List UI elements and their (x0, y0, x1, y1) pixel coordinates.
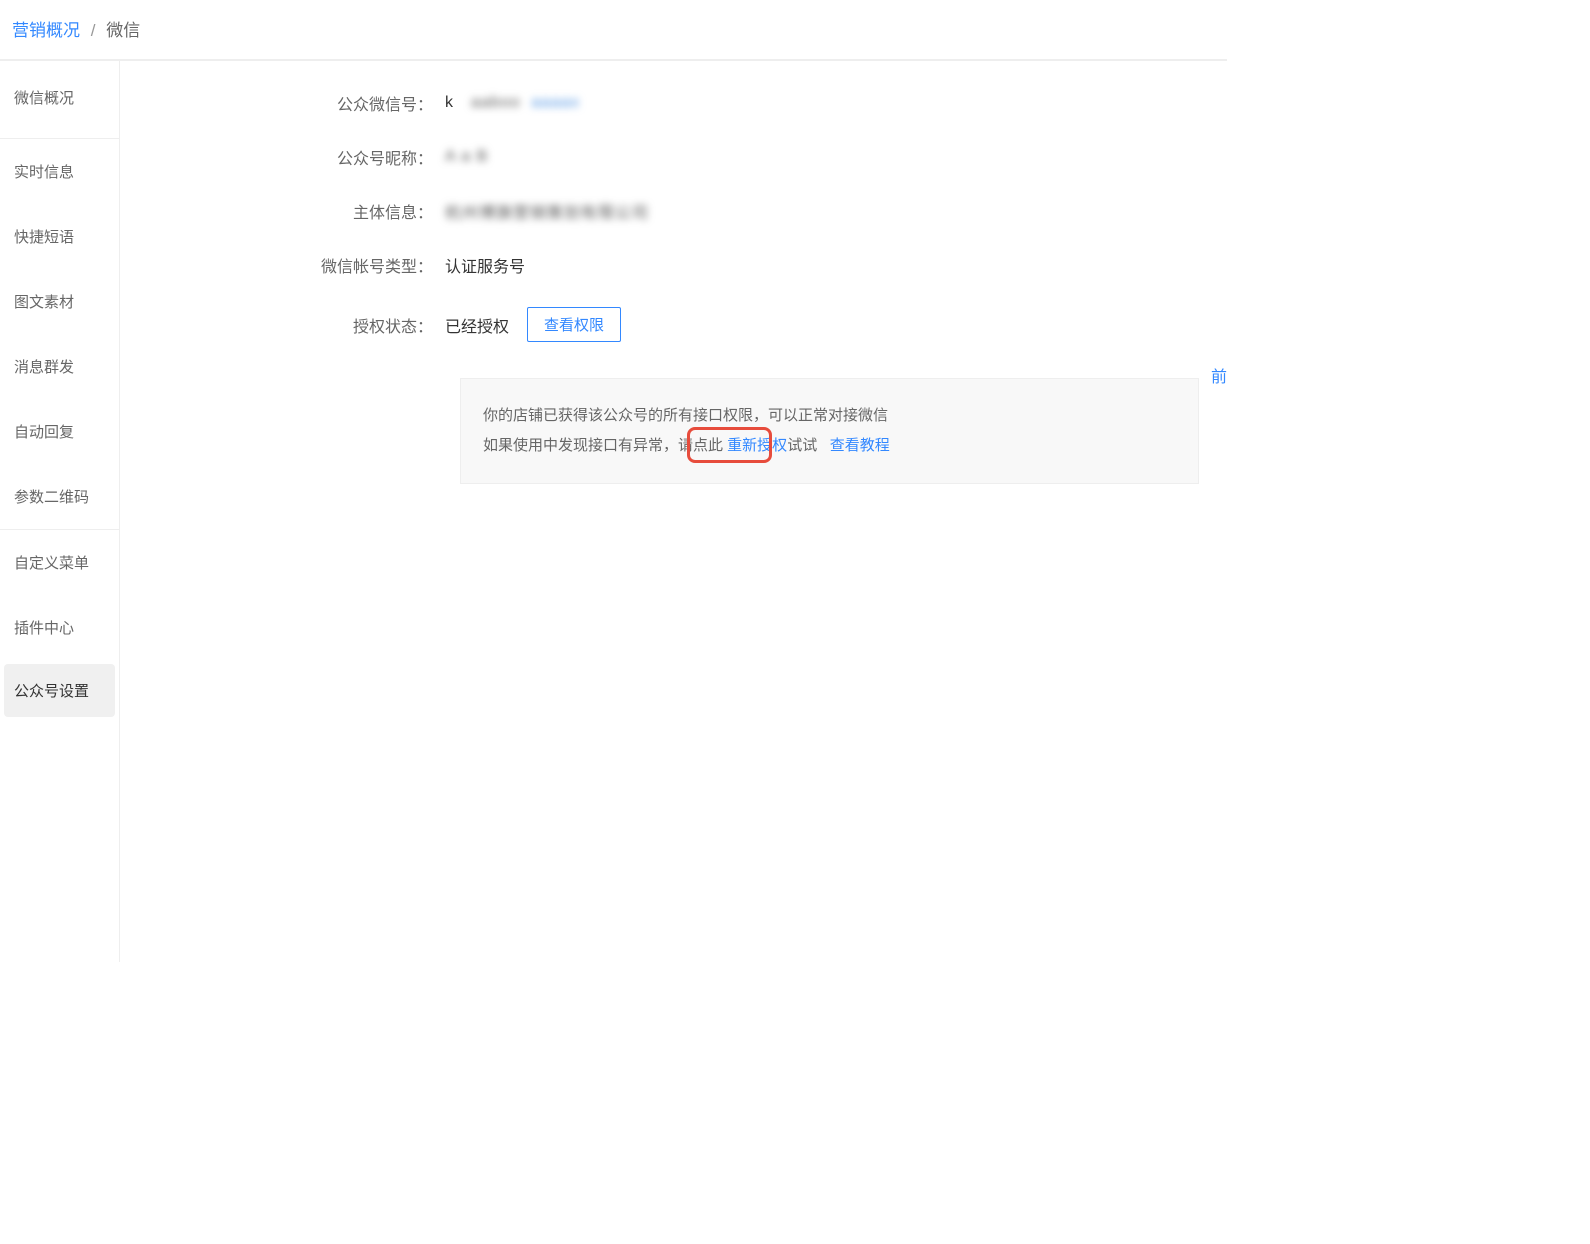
label-wechat-id: 公众微信号： (120, 91, 445, 115)
value-nickname: A a B (445, 148, 488, 166)
wechat-id-masked: aaboo aaaax (471, 94, 580, 112)
sidebar-group-2: 实时信息 快捷短语 图文素材 消息群发 自动回复 参数二维码 (0, 139, 119, 530)
sidebar-item-label: 公众号设置 (14, 683, 89, 700)
sidebar-item-media[interactable]: 图文素材 (0, 269, 119, 334)
label-entity: 主体信息： (120, 199, 445, 223)
nickname-masked: A a B (445, 148, 488, 166)
sidebar-item-account-settings[interactable]: 公众号设置 (4, 664, 115, 717)
sidebar-item-label: 实时信息 (14, 164, 74, 181)
breadcrumb: 营销概况 / 微信 (0, 0, 1227, 60)
view-tutorial-link[interactable]: 查看教程 (830, 437, 890, 454)
sidebar-item-label: 插件中心 (14, 620, 74, 637)
sidebar-item-label: 图文素材 (14, 294, 74, 311)
row-nickname: 公众号昵称： A a B (120, 145, 1227, 169)
info-line-1: 你的店铺已获得该公众号的所有接口权限，可以正常对接微信 (483, 401, 1176, 431)
sidebar-group-1: 微信概况 (0, 61, 119, 139)
info-line-2-after: 试试 (787, 437, 817, 454)
content: 公众微信号： k aaboo aaaax 公众号昵称： A a B 主体信息： 杭… (120, 61, 1227, 962)
sidebar-item-autoreply[interactable]: 自动回复 (0, 399, 119, 464)
sidebar-item-plugins[interactable]: 插件中心 (0, 595, 119, 660)
sidebar-item-custom-menu[interactable]: 自定义菜单 (0, 530, 119, 595)
info-box: 你的店铺已获得该公众号的所有接口权限，可以正常对接微信 如果使用中发现接口有异常… (460, 378, 1199, 484)
sidebar-item-overview[interactable]: 微信概况 (0, 61, 119, 138)
sidebar-group-3: 自定义菜单 插件中心 公众号设置 (0, 530, 119, 717)
reauthorize-link[interactable]: 重新授权 (727, 437, 787, 454)
value-account-type: 认证服务号 (445, 253, 525, 277)
sidebar-item-label: 自动回复 (14, 424, 74, 441)
breadcrumb-separator: / (91, 21, 96, 40)
sidebar-item-label: 自定义菜单 (14, 555, 89, 572)
sidebar-item-label: 微信概况 (14, 90, 74, 107)
breadcrumb-current: 微信 (106, 21, 140, 40)
sidebar-item-label: 消息群发 (14, 359, 74, 376)
value-entity: 杭州博旗营销策划有限公司 (445, 199, 649, 223)
breadcrumb-link[interactable]: 营销概况 (12, 21, 80, 40)
row-wechat-id: 公众微信号： k aaboo aaaax (120, 91, 1227, 115)
sidebar-item-broadcast[interactable]: 消息群发 (0, 334, 119, 399)
row-entity: 主体信息： 杭州博旗营销策划有限公司 (120, 199, 1227, 223)
label-auth-status: 授权状态： (120, 313, 445, 337)
value-wechat-id: k aaboo aaaax (445, 94, 580, 112)
info-line-2-before: 如果使用中发现接口有异常，请点此 (483, 437, 727, 454)
sidebar-item-label: 参数二维码 (14, 489, 89, 506)
view-permissions-button[interactable]: 查看权限 (527, 307, 621, 342)
wechat-id-prefix: k (445, 94, 453, 112)
label-nickname: 公众号昵称： (120, 145, 445, 169)
sidebar-item-realtime[interactable]: 实时信息 (0, 139, 119, 204)
row-auth-status: 授权状态： 已经授权 查看权限 (120, 307, 1227, 342)
row-account-type: 微信帐号类型： 认证服务号 (120, 253, 1227, 277)
label-account-type: 微信帐号类型： (120, 253, 445, 277)
entity-masked: 杭州博旗营销策划有限公司 (445, 199, 649, 223)
sidebar: 微信概况 实时信息 快捷短语 图文素材 消息群发 自动回复 参数二维码 (0, 61, 120, 962)
sidebar-item-qrcode[interactable]: 参数二维码 (0, 464, 119, 529)
info-line-2: 如果使用中发现接口有异常，请点此 重新授权试试 查看教程 (483, 431, 1176, 461)
value-auth-status: 已经授权 查看权限 (445, 307, 621, 342)
sidebar-item-label: 快捷短语 (14, 229, 74, 246)
sidebar-item-quick-phrases[interactable]: 快捷短语 (0, 204, 119, 269)
truncated-right-link[interactable]: 前 (1211, 363, 1227, 387)
auth-status-text: 已经授权 (445, 313, 509, 337)
